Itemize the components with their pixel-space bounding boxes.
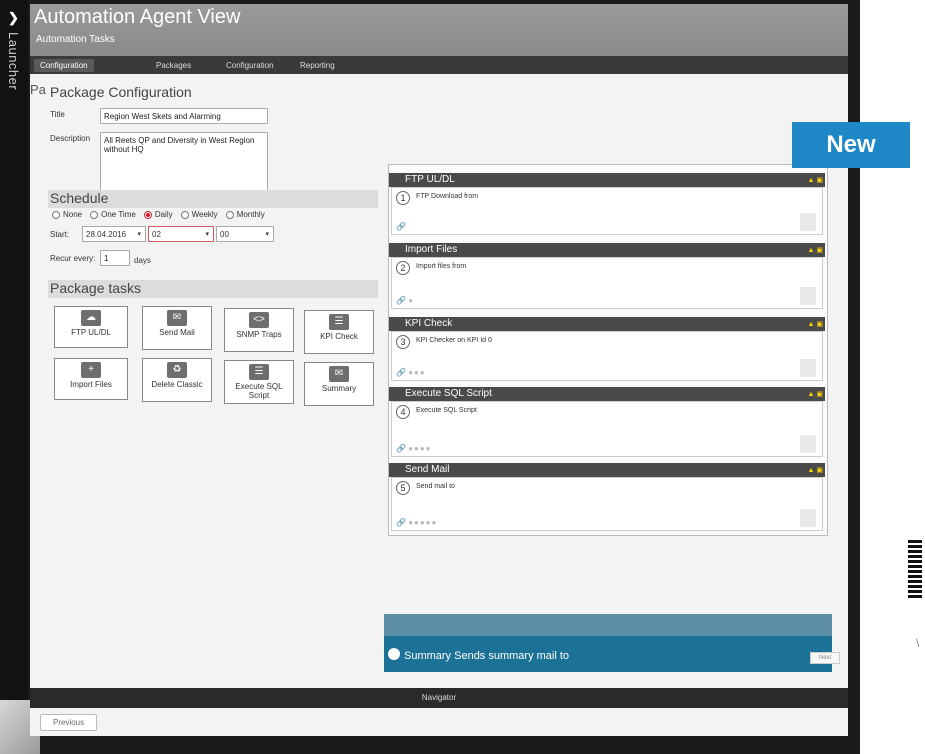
recur-unit: days bbox=[134, 256, 151, 265]
step-header-import[interactable]: Import Files ▲ ▣ bbox=[389, 243, 825, 257]
link-icon[interactable]: 🔗 ●●● bbox=[396, 368, 426, 377]
step-header-sql[interactable]: Execute SQL Script ▲ ▣ bbox=[389, 387, 825, 401]
code-icon: <> bbox=[249, 312, 269, 328]
task-ftp-button[interactable]: ☁ FTP UL/DL bbox=[54, 306, 128, 348]
tab-reporting[interactable]: Reporting bbox=[294, 59, 341, 72]
schedule-heading: Schedule bbox=[50, 190, 109, 206]
summary-text: Summary Sends summary mail to bbox=[404, 650, 570, 662]
step-card-send-mail[interactable]: 5 Send mail to 🔗 ●●●●● bbox=[391, 477, 823, 531]
tab-strip: Configuration Packages Configuration Rep… bbox=[30, 56, 848, 74]
step-number: 3 bbox=[396, 335, 410, 349]
task-snmp-button[interactable]: <> SNMP Traps bbox=[224, 308, 294, 352]
step-text: Send mail to bbox=[416, 483, 455, 490]
mail-icon: ✉ bbox=[167, 310, 187, 326]
script-icon bbox=[800, 435, 816, 453]
tab-packages[interactable]: Packages bbox=[150, 59, 197, 72]
task-kpi-check-button[interactable]: ☰ KPI Check bbox=[304, 310, 374, 354]
step-card-ftp[interactable]: 1 FTP Download from 🔗 bbox=[391, 187, 823, 235]
task-import-files-button[interactable]: + Import Files bbox=[54, 358, 128, 400]
launcher-sidebar[interactable]: ❯ Launcher ✉ bbox=[0, 0, 28, 754]
chevron-right-icon[interactable]: ❯ bbox=[8, 10, 19, 26]
document-icon bbox=[800, 359, 816, 377]
mail-icon bbox=[800, 509, 816, 527]
title-label: Title bbox=[50, 110, 65, 119]
bottom-strip: Previous bbox=[30, 708, 848, 736]
warning-icon: ▲ ▣ bbox=[807, 467, 824, 474]
step-card-import[interactable]: 2 Import files from 🔗 ● bbox=[391, 257, 823, 309]
recur-field[interactable]: 1 bbox=[100, 250, 130, 266]
minute-select[interactable]: 00 ▾ bbox=[216, 226, 274, 242]
link-icon[interactable]: 🔗 bbox=[396, 222, 406, 231]
chevron-down-icon: ▾ bbox=[265, 231, 269, 238]
tab-configuration-2[interactable]: Configuration bbox=[220, 59, 280, 72]
chevron-down-icon: ▾ bbox=[205, 231, 209, 238]
task-delete-classic-button[interactable]: ♻ Delete Classic bbox=[142, 358, 212, 402]
start-label: Start: bbox=[50, 230, 70, 239]
description-field[interactable]: All Reets QP and Diversity in West Regio… bbox=[100, 132, 268, 194]
warning-icon: ▲ ▣ bbox=[807, 247, 824, 254]
app-screen: Automation Agent View Automation Tasks C… bbox=[30, 4, 848, 736]
document-icon: ☰ bbox=[329, 314, 349, 330]
pa-label: Pa bbox=[30, 82, 46, 97]
package-config-heading: Package Configuration bbox=[50, 84, 192, 100]
corner-mark: \ bbox=[916, 636, 920, 650]
step-text: KPI Checker on KPI Id 0 bbox=[416, 337, 492, 344]
link-icon[interactable]: 🔗 ●●●●● bbox=[396, 518, 437, 527]
radio-none[interactable]: None bbox=[52, 210, 82, 219]
link-icon[interactable]: 🔗 ●●●● bbox=[396, 444, 432, 453]
task-execute-sql-button[interactable]: ☰ Execute SQL Script bbox=[224, 360, 294, 404]
step-text: FTP Download from bbox=[416, 193, 479, 200]
radio-one-time[interactable]: One Time bbox=[90, 210, 136, 219]
step-card-sql[interactable]: 4 Execute SQL Script 🔗 ●●●● bbox=[391, 401, 823, 457]
schedule-radio-group: None One Time Daily Weekly Monthly bbox=[52, 210, 265, 219]
radio-monthly[interactable]: Monthly bbox=[225, 210, 265, 219]
chevron-down-icon: ▾ bbox=[137, 231, 141, 238]
script-icon: ☰ bbox=[249, 364, 269, 380]
navigator-bar[interactable]: Navigator bbox=[30, 688, 848, 708]
summary-header bbox=[384, 614, 832, 636]
package-steps-panel: FTP UL/DL ▲ ▣ 1 FTP Download from 🔗 Impor… bbox=[388, 164, 828, 536]
step-number: 1 bbox=[396, 191, 410, 205]
step-text: Execute SQL Script bbox=[416, 407, 477, 414]
step-text: Import files from bbox=[416, 263, 467, 270]
title-bar: Automation Agent View Automation Tasks bbox=[30, 4, 848, 56]
previous-button[interactable]: Previous bbox=[40, 714, 98, 731]
step-number: 2 bbox=[396, 261, 410, 275]
hour-select[interactable]: 02 ▾ bbox=[148, 226, 214, 242]
start-date-picker[interactable]: 28.04.2016 ▾ bbox=[82, 226, 146, 242]
recycle-icon: ♻ bbox=[167, 362, 187, 378]
step-number: 4 bbox=[396, 405, 410, 419]
app-title: Automation Agent View bbox=[34, 6, 241, 28]
summary-step[interactable]: Summary Sends summary mail to bbox=[384, 636, 832, 672]
tab-configuration[interactable]: Configuration bbox=[34, 59, 94, 72]
warning-icon: ▲ ▣ bbox=[807, 321, 824, 328]
task-send-mail-button[interactable]: ✉ Send Mail bbox=[142, 306, 212, 350]
launcher-label[interactable]: Launcher bbox=[6, 32, 21, 90]
step-header-send-mail[interactable]: Send Mail ▲ ▣ bbox=[389, 463, 825, 477]
title-field[interactable]: Region West Skets and Alarming bbox=[100, 108, 268, 124]
summary-mail-icon bbox=[388, 648, 400, 660]
qr-code bbox=[908, 540, 922, 598]
step-number: 5 bbox=[396, 481, 410, 495]
package-tasks-heading: Package tasks bbox=[50, 280, 142, 296]
step-type-icon bbox=[800, 213, 816, 231]
task-summary-button[interactable]: ✉ Summary bbox=[304, 362, 374, 406]
warning-icon: ▲ ▣ bbox=[807, 391, 824, 398]
cloud-upload-icon: ☁ bbox=[81, 310, 101, 326]
radio-weekly[interactable]: Weekly bbox=[180, 210, 218, 219]
warning-icon: ▲ ▣ bbox=[807, 177, 824, 184]
folder-plus-icon: + bbox=[81, 362, 101, 378]
step-card-kpi[interactable]: 3 KPI Checker on KPI Id 0 🔗 ●●● bbox=[391, 331, 823, 381]
recur-label: Recur every: bbox=[50, 254, 96, 263]
folder-icon bbox=[800, 287, 816, 305]
app-subtitle: Automation Tasks bbox=[36, 34, 115, 45]
step-header-ftp[interactable]: FTP UL/DL ▲ ▣ bbox=[389, 173, 825, 187]
next-button[interactable]: Next bbox=[810, 652, 841, 664]
description-label: Description bbox=[50, 134, 91, 143]
summary-mail-icon: ✉ bbox=[329, 366, 349, 382]
new-badge: New bbox=[792, 122, 910, 168]
link-icon[interactable]: 🔗 ● bbox=[396, 296, 414, 305]
step-header-kpi[interactable]: KPI Check ▲ ▣ bbox=[389, 317, 825, 331]
radio-daily[interactable]: Daily bbox=[143, 210, 173, 219]
